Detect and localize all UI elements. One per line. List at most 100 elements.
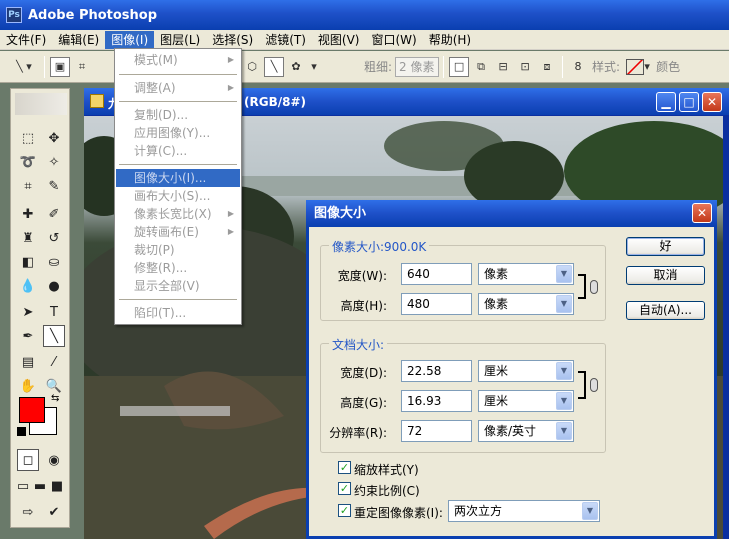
menu-item-canvas-size[interactable]: 画布大小(S)...: [116, 187, 240, 205]
paths-icon[interactable]: ⌗: [72, 57, 92, 77]
screen-mode-full-icon[interactable]: ■: [49, 475, 65, 497]
chevron-down-icon[interactable]: ▼: [556, 422, 572, 440]
menu-layer[interactable]: 图层(L): [154, 31, 206, 49]
notes-tool-icon[interactable]: ▤: [17, 351, 39, 373]
move-tool-icon[interactable]: ✥: [43, 127, 65, 149]
menu-select[interactable]: 选择(S): [206, 31, 259, 49]
pixel-height-field[interactable]: 480: [401, 293, 472, 315]
polygon-icon[interactable]: ⬡: [242, 57, 262, 77]
intersect-mode-icon[interactable]: ⊡: [515, 57, 535, 77]
shape-layers-icon[interactable]: ▣: [50, 56, 70, 77]
maximize-button[interactable]: □: [679, 92, 699, 112]
pixel-height-unit-select[interactable]: 像素 ▼: [478, 293, 574, 315]
line-tool-icon[interactable]: ╲: [43, 325, 65, 347]
jump-to-imageready-icon[interactable]: ⇨: [17, 501, 39, 523]
standard-mode-icon[interactable]: ◻: [17, 449, 39, 471]
menu-image[interactable]: 图像(I): [105, 30, 155, 49]
lasso-tool-icon[interactable]: ➰: [17, 151, 39, 173]
menu-item-rotate-canvas[interactable]: 旋转画布(E) ▶: [116, 223, 240, 241]
color-label: 颜色: [656, 60, 681, 74]
new-layer-mode-icon[interactable]: □: [449, 56, 470, 77]
screen-mode-menu-icon[interactable]: ▬: [32, 475, 48, 497]
paint-bucket-icon[interactable]: ⛀: [43, 251, 65, 273]
doc-width-unit-select[interactable]: 厘米 ▼: [478, 360, 574, 382]
eraser-tool-icon[interactable]: ◧: [17, 251, 39, 273]
menu-filter[interactable]: 滤镜(T): [259, 31, 312, 49]
custom-shape-icon[interactable]: ✿: [286, 57, 306, 77]
cancel-button[interactable]: 取消: [626, 266, 705, 285]
chevron-down-icon[interactable]: ▼: [556, 295, 572, 313]
resolution-unit-select[interactable]: 像素/英寸 ▼: [478, 420, 574, 442]
menu-help[interactable]: 帮助(H): [423, 31, 477, 49]
chevron-down-icon[interactable]: ▼: [556, 392, 572, 410]
select-value: 两次立方: [454, 504, 503, 518]
menu-item-duplicate[interactable]: 复制(D)...: [116, 106, 240, 124]
dodge-tool-icon[interactable]: ●: [43, 275, 65, 297]
type-tool-icon[interactable]: T: [43, 301, 65, 323]
chevron-down-icon[interactable]: ▼: [556, 362, 572, 380]
menu-separator: [119, 101, 237, 102]
menu-item-pixel-aspect[interactable]: 像素长宽比(X) ▶: [116, 205, 240, 223]
document-title: (RGB/8#): [244, 95, 306, 109]
shape-dropdown-icon[interactable]: ▾: [308, 57, 320, 77]
menu-item-image-size[interactable]: 图像大小(I)...: [116, 169, 240, 187]
resample-checkbox[interactable]: ✓: [338, 504, 351, 517]
ok-button[interactable]: 好: [626, 237, 705, 256]
edit-icon[interactable]: ✔: [43, 501, 65, 523]
menu-window[interactable]: 窗口(W): [365, 31, 422, 49]
crop-tool-icon[interactable]: ⌗: [17, 175, 39, 197]
menu-item-trim[interactable]: 修整(R)...: [116, 259, 240, 277]
minimize-button[interactable]: ▁: [656, 92, 676, 112]
select-value: 像素/英寸: [484, 424, 537, 438]
menu-item-trap[interactable]: 陷印(T)...: [116, 304, 240, 322]
link-icon[interactable]: 8: [568, 57, 588, 77]
resample-method-select[interactable]: 两次立方 ▼: [448, 500, 600, 522]
menu-file[interactable]: 文件(F): [0, 31, 52, 49]
pen-tool-icon[interactable]: ✒: [17, 325, 39, 347]
doc-height-field[interactable]: 16.93: [401, 390, 472, 412]
menu-edit[interactable]: 编辑(E): [52, 31, 105, 49]
slice-tool-icon[interactable]: ✎: [43, 175, 65, 197]
menu-item-apply-image[interactable]: 应用图像(Y)...: [116, 124, 240, 142]
menu-item-reveal-all[interactable]: 显示全部(V): [116, 277, 240, 295]
pixel-width-unit-select[interactable]: 像素 ▼: [478, 263, 574, 285]
menu-item-mode[interactable]: 模式(M) ▶: [116, 51, 240, 69]
exclude-mode-icon[interactable]: ⧈: [537, 57, 557, 77]
menu-view[interactable]: 视图(V): [312, 31, 366, 49]
marquee-tool-icon[interactable]: ⬚: [17, 127, 39, 149]
weight-field[interactable]: 2 像素: [395, 56, 440, 77]
pixel-width-field[interactable]: 640: [401, 263, 472, 285]
foreground-color-swatch[interactable]: [19, 397, 45, 423]
chevron-down-icon[interactable]: ▼: [582, 502, 598, 520]
scale-styles-checkbox[interactable]: ✓: [338, 461, 351, 474]
brush-tool-icon[interactable]: ✐: [43, 203, 65, 225]
clone-stamp-icon[interactable]: ♜: [17, 227, 39, 249]
auto-button[interactable]: 自动(A)...: [626, 301, 705, 320]
blur-tool-icon[interactable]: 💧: [17, 275, 39, 297]
add-mode-icon[interactable]: ⧉: [471, 57, 491, 77]
line-tool-preset-icon[interactable]: ╲ ▾: [9, 57, 39, 77]
resolution-field[interactable]: 72: [401, 420, 472, 442]
menu-item-calculations[interactable]: 计算(C)...: [116, 142, 240, 160]
history-brush-icon[interactable]: ↺: [43, 227, 65, 249]
style-swatch-icon[interactable]: ▾: [624, 57, 652, 77]
menu-item-crop[interactable]: 裁切(P): [116, 241, 240, 259]
close-dialog-button[interactable]: ✕: [692, 203, 712, 223]
eyedropper-icon[interactable]: ⁄: [43, 351, 65, 373]
path-select-icon[interactable]: ➤: [17, 301, 39, 323]
line-icon[interactable]: ╲: [264, 56, 284, 77]
constrain-proportions-checkbox[interactable]: ✓: [338, 482, 351, 495]
doc-width-field[interactable]: 22.58: [401, 360, 472, 382]
close-document-button[interactable]: ✕: [702, 92, 722, 112]
subtract-mode-icon[interactable]: ⊟: [493, 57, 513, 77]
doc-height-unit-select[interactable]: 厘米 ▼: [478, 390, 574, 412]
default-colors-icon[interactable]: [17, 427, 26, 436]
swap-colors-icon[interactable]: ⇆: [51, 393, 59, 404]
healing-brush-icon[interactable]: ✚: [17, 203, 39, 225]
magic-wand-icon[interactable]: ✧: [43, 151, 65, 173]
quick-mask-icon[interactable]: ◉: [43, 449, 65, 471]
chevron-down-icon[interactable]: ▼: [556, 265, 572, 283]
hand-tool-icon[interactable]: ✋: [17, 375, 39, 397]
screen-mode-standard-icon[interactable]: ▭: [15, 475, 31, 497]
menu-item-adjust[interactable]: 调整(A) ▶: [116, 79, 240, 97]
